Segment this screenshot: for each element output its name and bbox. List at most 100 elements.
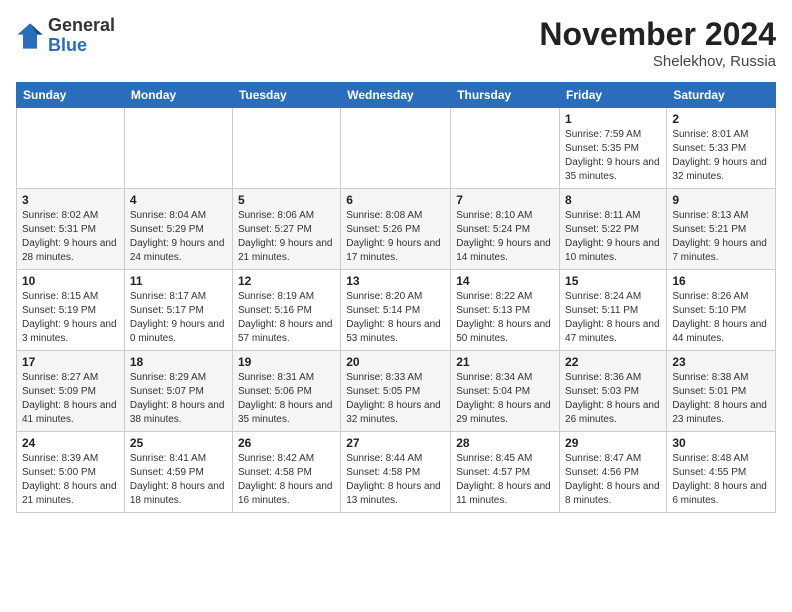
calendar-cell: 25 Sunrise: 8:41 AM Sunset: 4:59 PM Dayli… [124,432,232,513]
calendar-cell: 3Sunrise: 8:02 AM Sunset: 5:31 PM Daylig… [17,189,125,270]
calendar-cell: 12 Sunrise: 8:19 AM Sunset: 5:16 PM Dayli… [232,270,340,351]
day-number: 22 [565,355,661,369]
day-number: 8 [565,193,661,207]
calendar-cell: 6 Sunrise: 8:08 AM Sunset: 5:26 PM Daylig… [341,189,451,270]
day-number: 20 [346,355,445,369]
day-info: Sunrise: 8:31 AM Sunset: 5:06 PM Dayligh… [238,371,335,427]
calendar-cell: 5 Sunrise: 8:06 AM Sunset: 5:27 PM Daylig… [232,189,340,270]
day-info: Sunrise: 8:38 AM Sunset: 5:01 PM Dayligh… [672,371,770,427]
day-info: Sunrise: 8:24 AM Sunset: 5:11 PM Dayligh… [565,290,661,346]
weekday-header-saturday: Saturday [667,83,776,108]
logo-blue: Blue [48,36,115,56]
calendar-cell: 14Sunrise: 8:22 AM Sunset: 5:13 PM Dayli… [451,270,560,351]
day-number: 1 [565,112,661,126]
day-number: 19 [238,355,335,369]
day-info: Sunrise: 8:15 AM Sunset: 5:19 PM Dayligh… [22,290,119,346]
calendar-week-row: 10 Sunrise: 8:15 AM Sunset: 5:19 PM Dayli… [17,270,776,351]
day-number: 10 [22,274,119,288]
day-info: Sunrise: 8:10 AM Sunset: 5:24 PM Dayligh… [456,209,554,265]
day-info: Sunrise: 8:04 AM Sunset: 5:29 PM Dayligh… [130,209,227,265]
calendar-cell: 11Sunrise: 8:17 AM Sunset: 5:17 PM Dayli… [124,270,232,351]
day-info: Sunrise: 8:19 AM Sunset: 5:16 PM Dayligh… [238,290,335,346]
calendar-cell: 7 Sunrise: 8:10 AM Sunset: 5:24 PM Daylig… [451,189,560,270]
day-number: 18 [130,355,227,369]
calendar-week-row: 24 Sunrise: 8:39 AM Sunset: 5:00 PM Dayli… [17,432,776,513]
day-number: 17 [22,355,119,369]
title-block: November 2024 Shelekhov, Russia [539,16,776,70]
calendar-cell: 28 Sunrise: 8:45 AM Sunset: 4:57 PM Dayli… [451,432,560,513]
day-number: 15 [565,274,661,288]
day-info: Sunrise: 8:06 AM Sunset: 5:27 PM Dayligh… [238,209,335,265]
day-info: Sunrise: 8:45 AM Sunset: 4:57 PM Dayligh… [456,452,554,508]
calendar-cell: 27 Sunrise: 8:44 AM Sunset: 4:58 PM Dayli… [341,432,451,513]
calendar-cell: 24 Sunrise: 8:39 AM Sunset: 5:00 PM Dayli… [17,432,125,513]
day-number: 24 [22,436,119,450]
calendar-cell: 16 Sunrise: 8:26 AM Sunset: 5:10 PM Dayli… [667,270,776,351]
calendar-week-row: 3Sunrise: 8:02 AM Sunset: 5:31 PM Daylig… [17,189,776,270]
calendar-cell: 18 Sunrise: 8:29 AM Sunset: 5:07 PM Dayli… [124,351,232,432]
day-info: Sunrise: 8:44 AM Sunset: 4:58 PM Dayligh… [346,452,445,508]
logo-text: General Blue [48,16,115,56]
day-info: Sunrise: 8:13 AM Sunset: 5:21 PM Dayligh… [672,209,770,265]
calendar-header-row: SundayMondayTuesdayWednesdayThursdayFrid… [17,83,776,108]
day-number: 26 [238,436,335,450]
day-info: Sunrise: 8:26 AM Sunset: 5:10 PM Dayligh… [672,290,770,346]
calendar-week-row: 1 Sunrise: 7:59 AM Sunset: 5:35 PM Daylig… [17,108,776,189]
calendar-cell: 17Sunrise: 8:27 AM Sunset: 5:09 PM Dayli… [17,351,125,432]
location-subtitle: Shelekhov, Russia [539,53,776,70]
logo-general: General [48,16,115,36]
calendar-cell: 19 Sunrise: 8:31 AM Sunset: 5:06 PM Dayli… [232,351,340,432]
day-info: Sunrise: 8:08 AM Sunset: 5:26 PM Dayligh… [346,209,445,265]
day-number: 2 [672,112,770,126]
calendar-cell: 15 Sunrise: 8:24 AM Sunset: 5:11 PM Dayli… [560,270,667,351]
weekday-header-sunday: Sunday [17,83,125,108]
day-number: 28 [456,436,554,450]
day-number: 4 [130,193,227,207]
day-info: Sunrise: 8:22 AM Sunset: 5:13 PM Dayligh… [456,290,554,346]
weekday-header-thursday: Thursday [451,83,560,108]
day-number: 3 [22,193,119,207]
calendar-table: SundayMondayTuesdayWednesdayThursdayFrid… [16,82,776,513]
calendar-cell: 21Sunrise: 8:34 AM Sunset: 5:04 PM Dayli… [451,351,560,432]
calendar-cell [17,108,125,189]
day-info: Sunrise: 8:41 AM Sunset: 4:59 PM Dayligh… [130,452,227,508]
day-info: Sunrise: 8:29 AM Sunset: 5:07 PM Dayligh… [130,371,227,427]
calendar-cell: 22 Sunrise: 8:36 AM Sunset: 5:03 PM Dayli… [560,351,667,432]
weekday-header-monday: Monday [124,83,232,108]
day-info: Sunrise: 8:36 AM Sunset: 5:03 PM Dayligh… [565,371,661,427]
calendar-cell: 30 Sunrise: 8:48 AM Sunset: 4:55 PM Dayli… [667,432,776,513]
weekday-header-wednesday: Wednesday [341,83,451,108]
day-number: 13 [346,274,445,288]
calendar-cell: 8 Sunrise: 8:11 AM Sunset: 5:22 PM Daylig… [560,189,667,270]
day-info: Sunrise: 8:47 AM Sunset: 4:56 PM Dayligh… [565,452,661,508]
day-info: Sunrise: 8:11 AM Sunset: 5:22 PM Dayligh… [565,209,661,265]
day-info: Sunrise: 8:39 AM Sunset: 5:00 PM Dayligh… [22,452,119,508]
day-number: 12 [238,274,335,288]
day-info: Sunrise: 8:34 AM Sunset: 5:04 PM Dayligh… [456,371,554,427]
calendar-cell [232,108,340,189]
calendar-cell [341,108,451,189]
calendar-cell: 20Sunrise: 8:33 AM Sunset: 5:05 PM Dayli… [341,351,451,432]
day-number: 6 [346,193,445,207]
day-number: 5 [238,193,335,207]
day-info: Sunrise: 7:59 AM Sunset: 5:35 PM Dayligh… [565,128,661,184]
month-year-title: November 2024 [539,16,776,53]
calendar-cell: 10 Sunrise: 8:15 AM Sunset: 5:19 PM Dayli… [17,270,125,351]
calendar-cell: 4 Sunrise: 8:04 AM Sunset: 5:29 PM Daylig… [124,189,232,270]
calendar-week-row: 17Sunrise: 8:27 AM Sunset: 5:09 PM Dayli… [17,351,776,432]
day-info: Sunrise: 8:48 AM Sunset: 4:55 PM Dayligh… [672,452,770,508]
logo-icon [16,22,44,50]
weekday-header-tuesday: Tuesday [232,83,340,108]
day-number: 25 [130,436,227,450]
calendar-cell: 2Sunrise: 8:01 AM Sunset: 5:33 PM Daylig… [667,108,776,189]
page-header: General Blue November 2024 Shelekhov, Ru… [16,16,776,70]
calendar-cell [451,108,560,189]
day-number: 16 [672,274,770,288]
logo: General Blue [16,16,115,56]
day-number: 27 [346,436,445,450]
weekday-header-friday: Friday [560,83,667,108]
calendar-cell: 29Sunrise: 8:47 AM Sunset: 4:56 PM Dayli… [560,432,667,513]
calendar-cell: 13Sunrise: 8:20 AM Sunset: 5:14 PM Dayli… [341,270,451,351]
day-number: 7 [456,193,554,207]
day-number: 30 [672,436,770,450]
